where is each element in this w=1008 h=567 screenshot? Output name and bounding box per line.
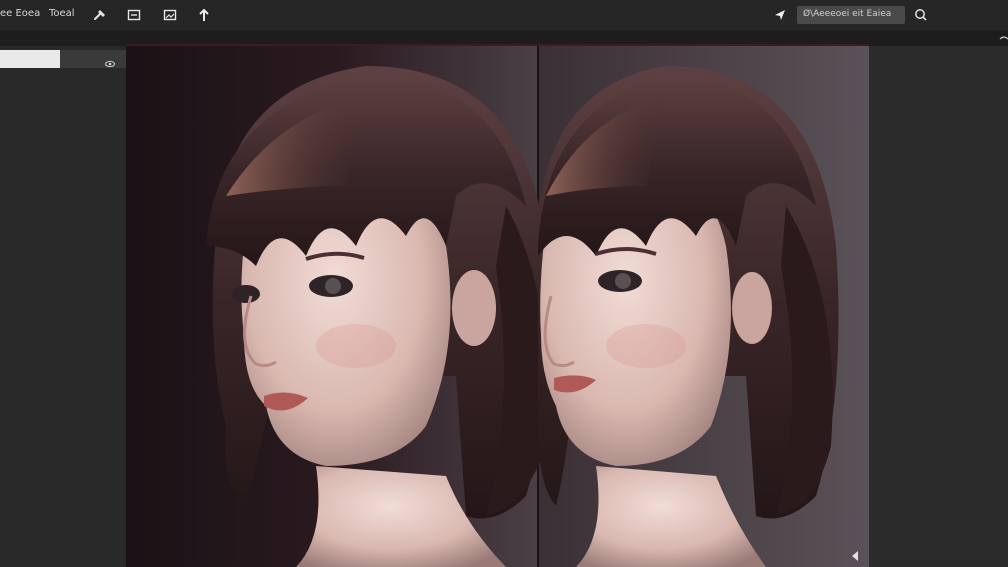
search-input[interactable]: Ø\Aeeeoei eit Eaiea bbox=[797, 6, 905, 24]
search-icon[interactable] bbox=[913, 7, 929, 23]
options-bar bbox=[0, 30, 1008, 46]
layer-name[interactable] bbox=[0, 50, 60, 68]
canvas-area[interactable] bbox=[126, 46, 869, 567]
portrait-artwork bbox=[126, 46, 869, 567]
image-icon[interactable] bbox=[162, 7, 178, 23]
hammer-icon[interactable] bbox=[92, 7, 108, 23]
eye-icon[interactable] bbox=[104, 54, 116, 73]
pointer-icon[interactable] bbox=[772, 7, 788, 23]
properties-panel bbox=[869, 46, 1008, 567]
layers-panel bbox=[0, 46, 126, 567]
top-toolbar: ee Eoea Toeal Ø\Aeeeoei eit Eaiea bbox=[0, 0, 1008, 30]
menu-item-file[interactable]: ee Eoea bbox=[0, 8, 40, 19]
layer-row[interactable] bbox=[0, 50, 126, 68]
frame-icon[interactable] bbox=[126, 7, 142, 23]
menu-item-tools[interactable]: Toeal bbox=[49, 8, 75, 19]
arrow-up-icon[interactable] bbox=[196, 7, 212, 23]
image-editor-window: ee Eoea Toeal Ø\Aeeeoei eit Eaiea bbox=[0, 0, 1008, 567]
